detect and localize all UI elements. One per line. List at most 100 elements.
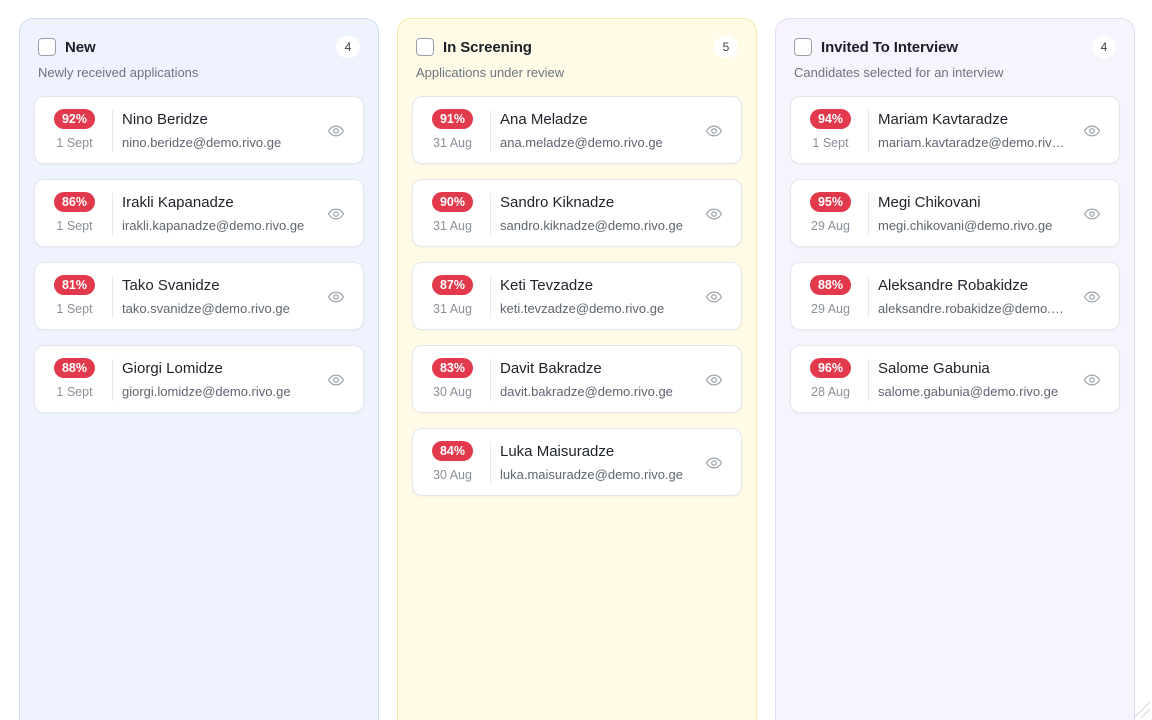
applied-date: 1 Sept: [56, 385, 93, 399]
applied-date: 1 Sept: [56, 136, 93, 150]
eye-icon[interactable]: [327, 371, 345, 389]
column-header: New 4: [38, 36, 360, 58]
eye-icon[interactable]: [327, 205, 345, 223]
match-score-badge: 88%: [54, 358, 95, 378]
candidate-card[interactable]: 83% 30 Aug Davit Bakradze davit.bakradze…: [412, 345, 742, 413]
card-divider: [112, 110, 113, 152]
card-divider: [490, 193, 491, 235]
candidate-name: Sandro Kiknadze: [500, 194, 615, 211]
select-all-checkbox[interactable]: [416, 38, 434, 56]
column-count-badge: 5: [714, 36, 738, 58]
column-title: New: [65, 38, 96, 56]
candidate-name: Nino Beridze: [122, 111, 208, 128]
column-header: Invited To Interview 4: [794, 36, 1116, 58]
eye-icon[interactable]: [705, 371, 723, 389]
card-divider: [112, 193, 113, 235]
match-score-badge: 88%: [810, 275, 851, 295]
eye-icon[interactable]: [1083, 288, 1101, 306]
candidate-card[interactable]: 87% 31 Aug Keti Tevzadze keti.tevzadze@d…: [412, 262, 742, 330]
candidate-card[interactable]: 88% 29 Aug Aleksandre Robakidze aleksand…: [790, 262, 1120, 330]
candidate-email: ana.meladze@demo.rivo.ge: [500, 135, 663, 150]
candidate-name: Ana Meladze: [500, 111, 588, 128]
match-score-badge: 94%: [810, 109, 851, 129]
select-all-checkbox[interactable]: [38, 38, 56, 56]
candidate-card[interactable]: 90% 31 Aug Sandro Kiknadze sandro.kiknad…: [412, 179, 742, 247]
eye-icon[interactable]: [1083, 122, 1101, 140]
candidate-email: salome.gabunia@demo.rivo.ge: [878, 384, 1059, 399]
candidate-email: mariam.kavtaradze@demo.rivo.ge: [878, 135, 1068, 150]
applied-date: 31 Aug: [433, 302, 472, 316]
card-divider: [868, 110, 869, 152]
applied-date: 30 Aug: [433, 468, 472, 482]
eye-icon[interactable]: [705, 205, 723, 223]
select-all-checkbox[interactable]: [794, 38, 812, 56]
eye-icon[interactable]: [1083, 205, 1101, 223]
card-divider: [868, 193, 869, 235]
match-score-badge: 86%: [54, 192, 95, 212]
eye-icon[interactable]: [705, 288, 723, 306]
candidate-name: Aleksandre Robakidze: [878, 277, 1029, 294]
eye-icon[interactable]: [327, 122, 345, 140]
eye-icon[interactable]: [705, 454, 723, 472]
column-header: In Screening 5: [416, 36, 738, 58]
candidate-card[interactable]: 81% 1 Sept Tako Svanidze tako.svanidze@d…: [34, 262, 364, 330]
candidate-card[interactable]: 95% 29 Aug Megi Chikovani megi.chikovani…: [790, 179, 1120, 247]
column-title: In Screening: [443, 38, 532, 56]
match-score-badge: 95%: [810, 192, 851, 212]
candidate-name: Giorgi Lomidze: [122, 360, 223, 377]
candidate-email: davit.bakradze@demo.rivo.ge: [500, 384, 673, 399]
candidate-email: giorgi.lomidze@demo.rivo.ge: [122, 384, 291, 399]
candidate-card[interactable]: 96% 28 Aug Salome Gabunia salome.gabunia…: [790, 345, 1120, 413]
card-divider: [490, 110, 491, 152]
column-subtitle: Applications under review: [416, 65, 565, 80]
candidate-card[interactable]: 88% 1 Sept Giorgi Lomidze giorgi.lomidze…: [34, 345, 364, 413]
match-score-badge: 92%: [54, 109, 95, 129]
match-score-badge: 87%: [432, 275, 473, 295]
applied-date: 1 Sept: [812, 136, 849, 150]
match-score-badge: 84%: [432, 441, 473, 461]
candidate-card[interactable]: 92% 1 Sept Nino Beridze nino.beridze@dem…: [34, 96, 364, 164]
eye-icon[interactable]: [705, 122, 723, 140]
candidate-email: luka.maisuradze@demo.rivo.ge: [500, 467, 684, 482]
candidate-card[interactable]: 84% 30 Aug Luka Maisuradze luka.maisurad…: [412, 428, 742, 496]
column-invited-to-interview: Invited To Interview 4 Candidates select…: [775, 18, 1135, 720]
candidate-name: Davit Bakradze: [500, 360, 602, 377]
column-count-badge: 4: [336, 36, 360, 58]
resize-handle-icon[interactable]: [1128, 696, 1152, 720]
candidate-name: Salome Gabunia: [878, 360, 990, 377]
applied-date: 28 Aug: [811, 385, 850, 399]
candidate-email: tako.svanidze@demo.rivo.ge: [122, 301, 290, 316]
match-score-badge: 81%: [54, 275, 95, 295]
column-count-badge: 4: [1092, 36, 1116, 58]
card-divider: [490, 359, 491, 401]
card-divider: [868, 359, 869, 401]
eye-icon[interactable]: [1083, 371, 1101, 389]
eye-icon[interactable]: [327, 288, 345, 306]
applied-date: 30 Aug: [433, 385, 472, 399]
match-score-badge: 90%: [432, 192, 473, 212]
applied-date: 31 Aug: [433, 136, 472, 150]
column-subtitle: Candidates selected for an interview: [794, 65, 1004, 80]
candidate-card[interactable]: 94% 1 Sept Mariam Kavtaradze mariam.kavt…: [790, 96, 1120, 164]
card-divider: [868, 276, 869, 318]
match-score-badge: 96%: [810, 358, 851, 378]
candidate-name: Tako Svanidze: [122, 277, 220, 294]
match-score-badge: 83%: [432, 358, 473, 378]
column-title: Invited To Interview: [821, 38, 958, 56]
candidate-card[interactable]: 86% 1 Sept Irakli Kapanadze irakli.kapan…: [34, 179, 364, 247]
candidate-name: Keti Tevzadze: [500, 277, 594, 294]
pipeline-board: New 4 Newly received applications 92% 1 …: [0, 0, 1152, 720]
candidate-email: nino.beridze@demo.rivo.ge: [122, 135, 282, 150]
card-divider: [112, 359, 113, 401]
candidate-card[interactable]: 91% 31 Aug Ana Meladze ana.meladze@demo.…: [412, 96, 742, 164]
candidate-email: megi.chikovani@demo.rivo.ge: [878, 218, 1053, 233]
applied-date: 29 Aug: [811, 219, 850, 233]
candidate-name: Irakli Kapanadze: [122, 194, 234, 211]
candidate-email: sandro.kiknadze@demo.rivo.ge: [500, 218, 684, 233]
candidate-name: Mariam Kavtaradze: [878, 111, 1009, 128]
applied-date: 29 Aug: [811, 302, 850, 316]
candidate-email: irakli.kapanadze@demo.rivo.ge: [122, 218, 305, 233]
candidate-name: Megi Chikovani: [878, 194, 981, 211]
candidate-email: aleksandre.robakidze@demo.rivo.ge: [878, 301, 1068, 316]
applied-date: 31 Aug: [433, 219, 472, 233]
